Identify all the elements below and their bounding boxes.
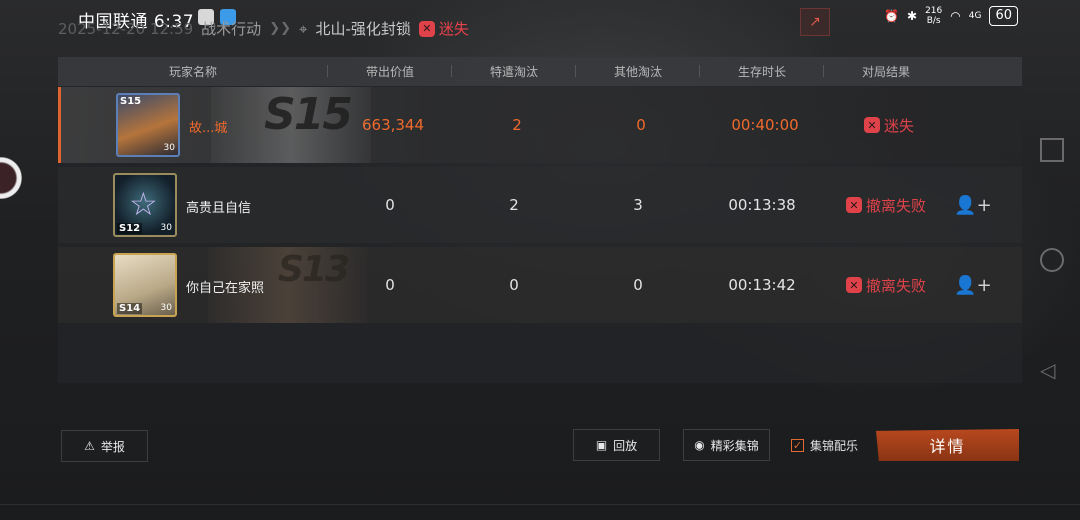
col-special-kills: 特遣淘汰 <box>452 63 576 80</box>
alarm-icon: ⏰ <box>884 9 900 23</box>
highlights-label: 精彩集锦 <box>710 438 759 453</box>
divider <box>0 504 1080 505</box>
net-speed: 216 B/s <box>925 6 942 26</box>
match-date: 2025-12-20 12:59 <box>58 19 194 38</box>
battery-indicator: 60 <box>989 6 1018 26</box>
highlight-music-toggle[interactable]: ✓ 集锦配乐 <box>791 437 858 454</box>
add-friend-button[interactable]: 👤+ <box>948 195 998 216</box>
avatar-level: 30 <box>160 223 172 233</box>
detail-button[interactable]: 详情 <box>876 429 1019 461</box>
survival-cell: 00:13:42 <box>728 276 796 294</box>
survival-cell: 00:40:00 <box>731 116 799 134</box>
other-kills-cell: 3 <box>633 196 643 214</box>
result-label: 撤离失败 <box>865 276 926 295</box>
map-pin-icon: ⌖ <box>298 19 308 38</box>
col-value: 带出价值 <box>328 63 452 80</box>
banner-season: S13 <box>277 249 350 290</box>
scoreboard-table: 玩家名称 带出价值 特遣淘汰 其他淘汰 生存时长 对局结果 S15 S15 30… <box>58 57 1022 383</box>
share-icon: ↗ <box>809 14 821 30</box>
survival-cell: 00:13:38 <box>728 196 796 214</box>
season-badge: S14 <box>117 303 143 314</box>
recent-apps-button[interactable] <box>1040 138 1064 162</box>
special-kills-cell: 0 <box>509 276 519 294</box>
player-name: 高贵且自信 <box>186 201 252 216</box>
table-row[interactable]: ☆ S12 30 高贵且自信 0 2 3 00:13:38 ✕ 撤离失败 👤+ <box>58 167 1022 243</box>
header-result: ✕ 迷失 <box>418 18 469 39</box>
col-other-kills: 其他淘汰 <box>576 63 700 80</box>
result-badge: ✕ 撤离失败 <box>845 195 926 216</box>
player-cell: S13 S14 30 你自己在家照 <box>58 247 368 323</box>
status-icons: ⏰ ✱ 216 B/s ◠ 4G 60 <box>884 6 1018 26</box>
avatar[interactable]: S14 30 <box>113 253 177 317</box>
home-button[interactable] <box>1040 248 1064 272</box>
player-banner: S15 <box>211 87 371 163</box>
report-label: 举报 <box>100 439 125 454</box>
avatar[interactable]: ☆ S12 30 <box>113 173 177 237</box>
result-label: 撤离失败 <box>865 196 926 215</box>
other-kills-cell: 0 <box>633 276 643 294</box>
checkbox-checked-icon[interactable]: ✓ <box>791 439 804 452</box>
replay-button[interactable]: ▣ 回放 <box>573 429 660 461</box>
table-row[interactable]: S13 S14 30 你自己在家照 0 0 0 00:13:42 ✕ 撤离失败 … <box>58 247 1022 323</box>
share-button[interactable]: ↗ <box>800 8 830 36</box>
table-header: 玩家名称 带出价值 特遣淘汰 其他淘汰 生存时长 对局结果 <box>58 57 1022 86</box>
report-button[interactable]: ⚠ 举报 <box>61 430 148 462</box>
player-name: 故...城 <box>189 121 228 136</box>
back-button[interactable]: ◁ <box>1040 358 1064 382</box>
col-player: 玩家名称 <box>58 63 328 80</box>
back-triangle-icon: ◁ <box>1040 358 1056 382</box>
add-friend-icon: 👤+ <box>954 194 992 216</box>
lost-icon: ✕ <box>863 117 880 133</box>
match-breadcrumb: 2025-12-20 12:59 战术行动 ❯❯ ⌖ 北山-强化封锁 ✕ 迷失 <box>58 18 469 39</box>
film-icon: ▣ <box>595 438 608 452</box>
col-result: 对局结果 <box>861 65 910 79</box>
avatar-level: 30 <box>163 143 175 153</box>
banner-season: S15 <box>264 89 353 140</box>
star-emblem-icon: ☆ <box>129 185 158 223</box>
value-cell: 0 <box>385 196 395 214</box>
result-badge: ✕ 撤离失败 <box>845 275 926 296</box>
fail-icon: ✕ <box>845 197 862 213</box>
map-name: 北山-强化封锁 <box>315 20 411 38</box>
table-row[interactable]: S15 S15 30 故...城 663,344 2 0 00:40:00 ✕ … <box>58 87 1022 163</box>
other-kills-cell: 0 <box>636 116 646 134</box>
chevron-right-icon: ❯❯ <box>269 21 291 36</box>
replay-label: 回放 <box>613 438 638 453</box>
net-speed-unit: B/s <box>926 16 941 26</box>
music-label: 集锦配乐 <box>810 439 859 453</box>
result-cell: ✕ 撤离失败 <box>824 275 948 296</box>
bluetooth-icon: ✱ <box>907 9 918 23</box>
season-badge: S12 <box>117 223 143 234</box>
result-badge: ✕ 迷失 <box>863 115 914 136</box>
player-name: 你自己在家照 <box>186 281 265 296</box>
special-kills-cell: 2 <box>509 196 519 214</box>
header-result-label: 迷失 <box>438 20 469 38</box>
avatar-level: 30 <box>160 303 172 313</box>
result-label: 迷失 <box>883 116 914 135</box>
add-friend-icon: 👤+ <box>954 274 992 296</box>
player-cell: ☆ S12 30 高贵且自信 <box>58 167 328 243</box>
result-cell: ✕ 撤离失败 <box>824 195 948 216</box>
signal-label: 4G <box>968 11 982 21</box>
special-kills-cell: 2 <box>512 116 522 134</box>
net-speed-value: 216 <box>925 6 943 16</box>
player-cell: S15 S15 30 故...城 <box>61 87 371 163</box>
col-survival: 生存时长 <box>700 63 824 80</box>
lost-icon: ✕ <box>418 20 435 37</box>
fail-icon: ✕ <box>845 277 862 293</box>
result-cell: ✕ 迷失 <box>827 115 951 136</box>
highlight-reel-icon: ◉ <box>694 438 705 452</box>
warning-icon: ⚠ <box>84 439 95 453</box>
mode-label: 战术行动 <box>201 20 262 38</box>
floating-assistant-bubble[interactable] <box>0 148 22 208</box>
wifi-icon: ◠ <box>950 9 961 23</box>
avatar[interactable]: S15 30 <box>116 93 180 157</box>
season-badge: S15 <box>120 96 142 107</box>
add-friend-button[interactable]: 👤+ <box>948 275 998 296</box>
highlights-button[interactable]: ◉ 精彩集锦 <box>683 429 770 461</box>
